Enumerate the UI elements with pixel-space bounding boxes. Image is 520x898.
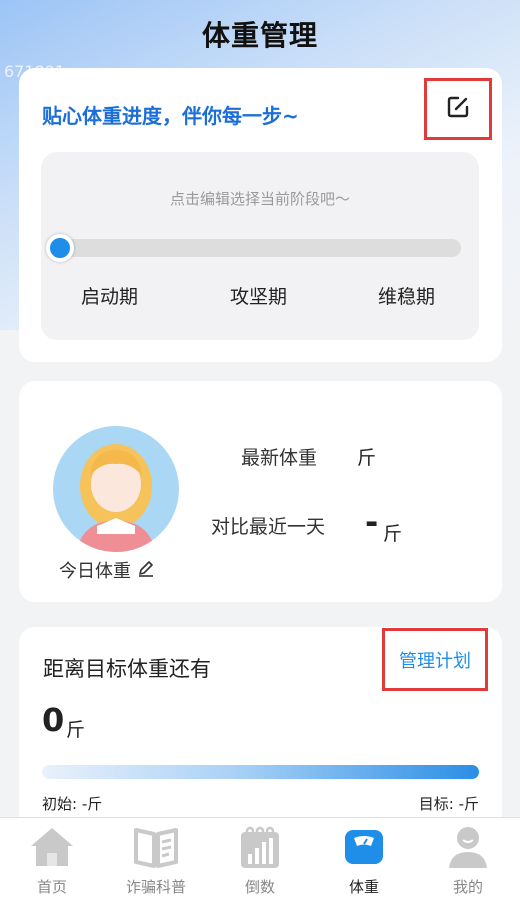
avatar[interactable]	[53, 426, 179, 552]
manage-plan-button[interactable]: 管理计划	[382, 628, 488, 691]
stage-label-start[interactable]: 启动期	[81, 282, 138, 309]
page-title: 体重管理	[201, 19, 318, 52]
tab-bar: 首页 诈骗科普 倒数 体重 我的	[0, 817, 520, 898]
tab-mine[interactable]: 我的	[416, 818, 520, 898]
book-icon	[131, 824, 181, 870]
scale-icon	[339, 824, 389, 870]
stage-label-maintain[interactable]: 维稳期	[378, 282, 435, 309]
person-icon	[443, 824, 493, 870]
tab-countdown-label: 倒数	[244, 878, 275, 896]
compare-unit: 斤	[383, 523, 403, 545]
today-weight-button[interactable]: 今日体重	[59, 557, 155, 583]
progress-heading: 贴心体重进度，伴你每一步~	[42, 104, 299, 128]
progress-card: 贴心体重进度，伴你每一步~ 点击编辑选择当前阶段吧～ 启动期 攻坚期 维稳期	[19, 68, 502, 362]
weight-card: 今日体重 最新体重 斤 对比最近一天 - 斤	[19, 381, 502, 602]
tab-weight[interactable]: 体重	[312, 818, 416, 898]
stage-track[interactable]	[53, 239, 461, 257]
stage-hint: 点击编辑选择当前阶段吧～	[169, 190, 350, 208]
tab-fraud-education[interactable]: 诈骗科普	[104, 818, 208, 898]
latest-weight-label: 最新体重	[241, 447, 318, 469]
stage-label-attack[interactable]: 攻坚期	[230, 282, 287, 309]
goal-progress-bar	[42, 765, 479, 779]
tab-mine-label: 我的	[452, 878, 483, 896]
tab-home[interactable]: 首页	[0, 818, 104, 898]
remaining-weight-unit: 斤	[66, 719, 86, 741]
manage-plan-label: 管理计划	[399, 650, 471, 672]
home-icon	[27, 824, 77, 870]
tab-weight-label: 体重	[348, 878, 379, 896]
tab-fraud-education-label: 诈骗科普	[125, 878, 186, 896]
stage-knob[interactable]	[46, 234, 74, 262]
calendar-chart-icon	[235, 824, 285, 870]
latest-weight-unit: 斤	[357, 447, 377, 469]
edit-stage-button[interactable]	[424, 78, 492, 140]
goal-heading: 距离目标体重还有	[43, 657, 211, 681]
goal-card: 距离目标体重还有 管理计划 0 斤 初始: -斤 目标: -斤	[19, 627, 502, 827]
pencil-icon	[137, 559, 155, 581]
target-weight-text: 目标: -斤	[418, 795, 479, 813]
today-weight-label: 今日体重	[59, 561, 131, 582]
tab-countdown[interactable]: 倒数	[208, 818, 312, 898]
stage-panel[interactable]: 点击编辑选择当前阶段吧～ 启动期 攻坚期 维稳期	[41, 152, 479, 340]
tab-home-label: 首页	[36, 878, 67, 896]
compare-label: 对比最近一天	[211, 516, 326, 538]
compare-value: -	[365, 503, 379, 541]
start-weight-text: 初始: -斤	[42, 795, 103, 813]
remaining-weight-value: 0	[42, 701, 65, 739]
edit-icon	[445, 94, 471, 124]
